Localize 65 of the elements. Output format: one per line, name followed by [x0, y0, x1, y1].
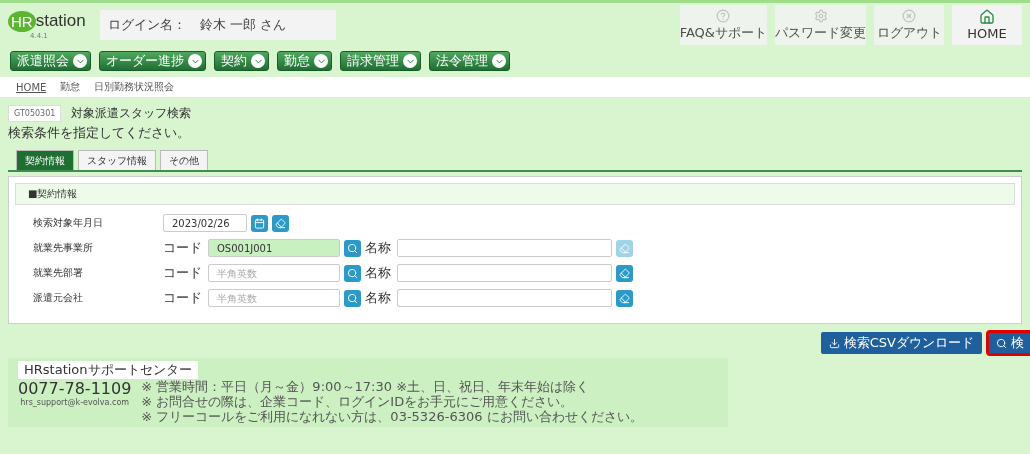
- download-icon: [828, 337, 840, 349]
- code-label: コード: [163, 239, 202, 257]
- search-icon[interactable]: [344, 264, 361, 282]
- chevron-icon: [188, 54, 202, 68]
- breadcrumb-item: 日別勤務状況照会: [94, 80, 175, 94]
- name-field[interactable]: [397, 289, 612, 307]
- name-label: 名称: [365, 264, 391, 282]
- menu-button[interactable]: 契約: [214, 51, 269, 71]
- code-field[interactable]: 半角英数: [208, 289, 340, 307]
- code-label: コード: [163, 289, 202, 307]
- field-label: 派遣元会社: [33, 291, 84, 305]
- help-icon: [716, 8, 731, 23]
- page-title: 対象派遣スタッフ検索: [71, 105, 192, 122]
- tab[interactable]: スタッフ情報: [78, 150, 156, 170]
- search-icon: [996, 337, 1007, 349]
- home-icon: [979, 9, 995, 25]
- code-label: コード: [163, 264, 202, 282]
- chevron-icon: [251, 54, 265, 68]
- name-field[interactable]: [397, 239, 612, 257]
- menu-button[interactable]: 勤怠: [277, 51, 332, 71]
- settings-icon: [813, 8, 828, 23]
- tab[interactable]: 契約情報: [16, 150, 74, 170]
- code-field[interactable]: 半角英数: [208, 264, 340, 282]
- instruction-text: 検索条件を指定してください。: [8, 124, 191, 142]
- code-field[interactable]: OS001J001: [208, 239, 340, 257]
- breadcrumb-item: 勤怠: [60, 80, 81, 94]
- menu-button[interactable]: オーダー進捗: [99, 51, 206, 71]
- search-button[interactable]: 検: [988, 332, 1030, 354]
- search-icon[interactable]: [344, 289, 361, 307]
- chevron-icon: [314, 54, 328, 68]
- logo-mark: HR: [8, 10, 36, 32]
- eraser-icon[interactable]: [272, 214, 289, 232]
- support-note: ※ フリーコールをご利用になれない方は、03-5326-6306 にお問い合わせください。: [141, 409, 644, 424]
- support-note: ※ お問合せの際は、企業コード、ログインIDをお手元にご用意ください。: [141, 394, 575, 409]
- eraser-icon[interactable]: [616, 289, 633, 307]
- logo-text: station: [35, 11, 86, 31]
- chevron-icon: [403, 54, 417, 68]
- section-header: ■契約情報: [15, 183, 1015, 205]
- search-icon[interactable]: [344, 239, 361, 257]
- chevron-icon: [492, 54, 506, 68]
- menu-button[interactable]: 法令管理: [429, 51, 510, 71]
- user-name: 鈴木 一郎 さん: [200, 16, 287, 34]
- name-field[interactable]: [397, 264, 612, 282]
- download-button[interactable]: 検索CSVダウンロード: [820, 332, 982, 354]
- field-label: 検索対象年月日: [33, 216, 104, 230]
- phone-number: 0077-78-1109: [18, 379, 132, 398]
- field-label: 就業先部署: [33, 266, 84, 280]
- close-icon: [902, 8, 916, 23]
- menu-button[interactable]: 請求管理: [340, 51, 421, 71]
- name-label: 名称: [365, 289, 391, 307]
- header-tool-button[interactable]: HOME: [952, 5, 1022, 45]
- menu-button[interactable]: 派遣照会: [10, 51, 91, 71]
- eraser-icon[interactable]: [616, 264, 633, 282]
- tab[interactable]: その他: [160, 150, 208, 170]
- calendar-icon[interactable]: [251, 214, 268, 232]
- support-title: HRstationサポートセンター: [18, 361, 198, 379]
- screen-code: GT050301: [8, 105, 62, 122]
- date-field[interactable]: 2023/02/26: [163, 214, 247, 232]
- breadcrumb-link[interactable]: HOME: [16, 81, 47, 93]
- chevron-icon: [73, 54, 87, 68]
- support-note: ※ 営業時間：平日（月～金）9:00～17:30 ※土、日、祝日、年末年始は除く: [141, 379, 591, 394]
- field-label: 就業先事業所: [33, 241, 94, 255]
- name-label: 名称: [365, 239, 391, 257]
- support-email: hrs_support@k-evolva.com: [20, 398, 130, 407]
- login-label: ログイン名：: [108, 16, 186, 34]
